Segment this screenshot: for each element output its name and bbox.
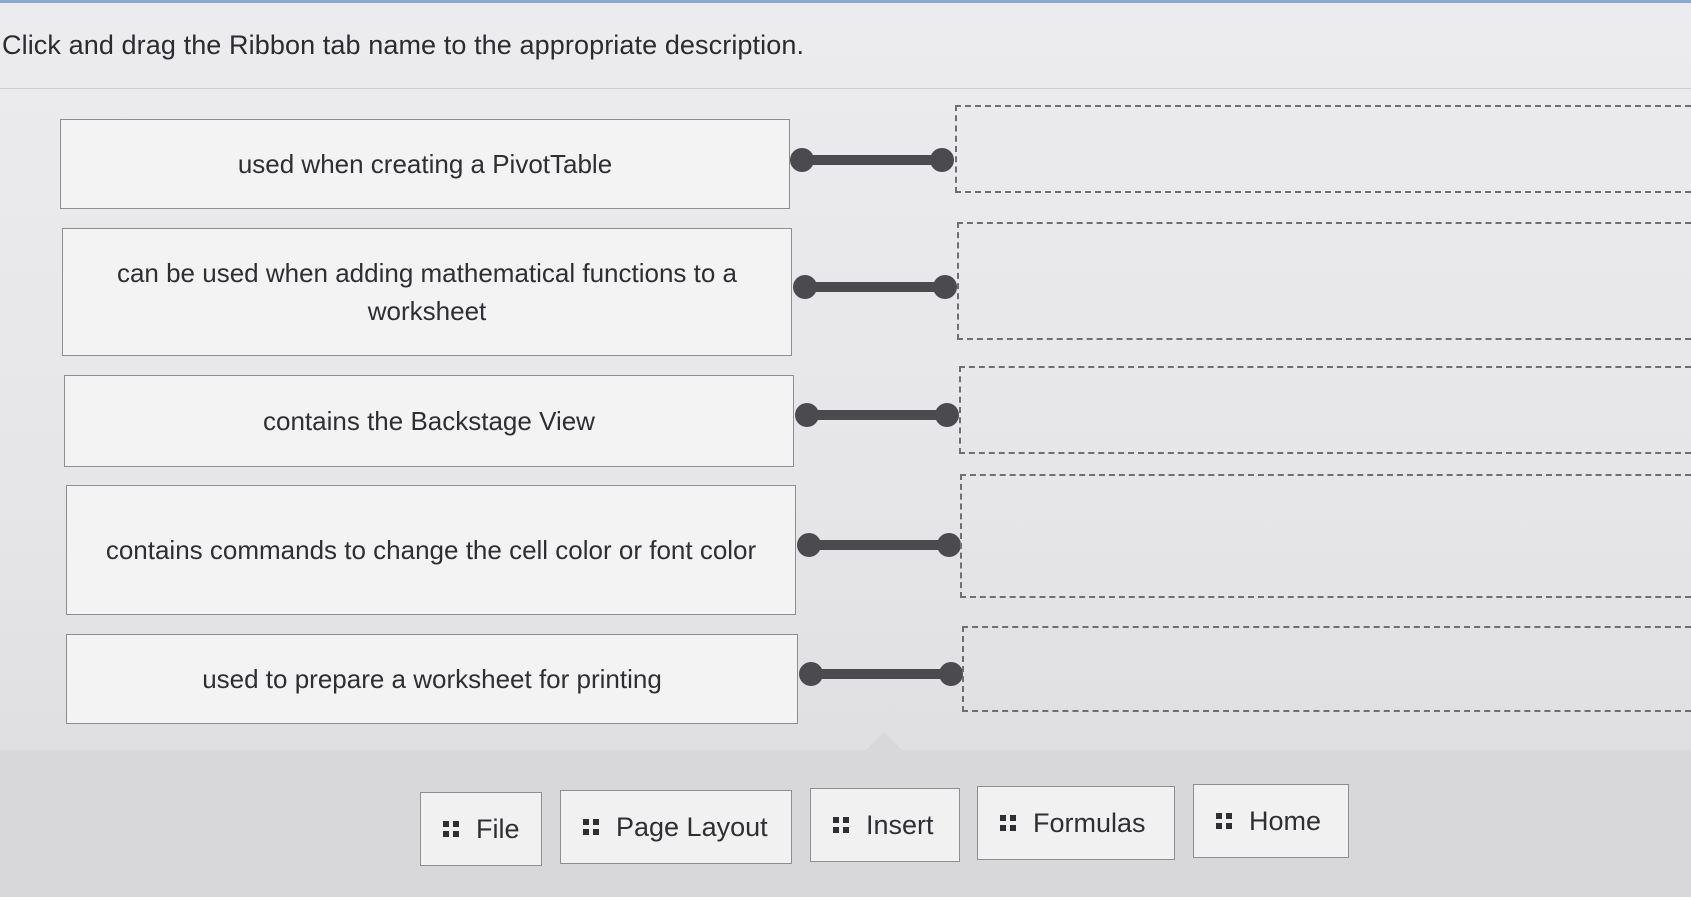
drop-zone-5[interactable] xyxy=(962,626,1691,712)
answer-bank-pointer xyxy=(866,732,902,750)
draggable-tab-home[interactable]: Home xyxy=(1193,784,1349,858)
connector-knob-right xyxy=(937,533,961,557)
tab-chip-label: File xyxy=(476,813,520,844)
connector-knob-right xyxy=(933,275,957,299)
connector-line xyxy=(809,669,954,679)
draggable-tab-page-layout[interactable]: Page Layout xyxy=(560,790,792,864)
drop-zone-1[interactable] xyxy=(955,105,1691,193)
drag-handle-icon xyxy=(443,821,459,837)
drop-zone-2[interactable] xyxy=(957,222,1691,340)
tab-chip-label: Insert xyxy=(866,809,934,840)
drag-handle-icon xyxy=(583,819,599,835)
draggable-tab-file[interactable]: File xyxy=(420,792,542,866)
connector-knob-right xyxy=(930,148,954,172)
drop-zone-3[interactable] xyxy=(959,366,1691,454)
connector-line xyxy=(807,540,952,550)
description-box-4: contains commands to change the cell col… xyxy=(66,485,796,615)
drop-zone-4[interactable] xyxy=(960,474,1691,598)
connector-line xyxy=(805,410,950,420)
drag-handle-icon xyxy=(1216,813,1232,829)
drag-handle-icon xyxy=(1000,815,1016,831)
draggable-tab-insert[interactable]: Insert xyxy=(810,788,960,862)
connector-knob-right xyxy=(939,662,963,686)
tab-chip-label: Home xyxy=(1249,805,1322,836)
draggable-tab-formulas[interactable]: Formulas xyxy=(977,786,1175,860)
top-accent-line xyxy=(0,0,1691,3)
connector-line xyxy=(800,155,945,165)
description-text: contains the Backstage View xyxy=(263,406,595,436)
description-box-2: can be used when adding mathematical fun… xyxy=(62,228,792,356)
connector-knob-right xyxy=(935,403,959,427)
drag-handle-icon xyxy=(833,817,849,833)
description-text: can be used when adding mathematical fun… xyxy=(116,258,738,326)
matching-question-page: Click and drag the Ribbon tab name to th… xyxy=(0,0,1691,897)
tab-chip-label: Formulas xyxy=(1033,807,1146,838)
tab-chip-label: Page Layout xyxy=(616,811,768,842)
connector-line xyxy=(803,282,948,292)
description-box-5: used to prepare a worksheet for printing xyxy=(66,634,798,724)
description-text: used to prepare a worksheet for printing xyxy=(202,664,662,694)
description-text: contains commands to change the cell col… xyxy=(105,535,757,565)
question-instruction: Click and drag the Ribbon tab name to th… xyxy=(2,30,805,60)
header-divider xyxy=(0,88,1691,89)
description-text: used when creating a PivotTable xyxy=(237,149,613,179)
description-box-1: used when creating a PivotTable xyxy=(60,119,790,209)
description-box-3: contains the Backstage View xyxy=(64,375,794,467)
